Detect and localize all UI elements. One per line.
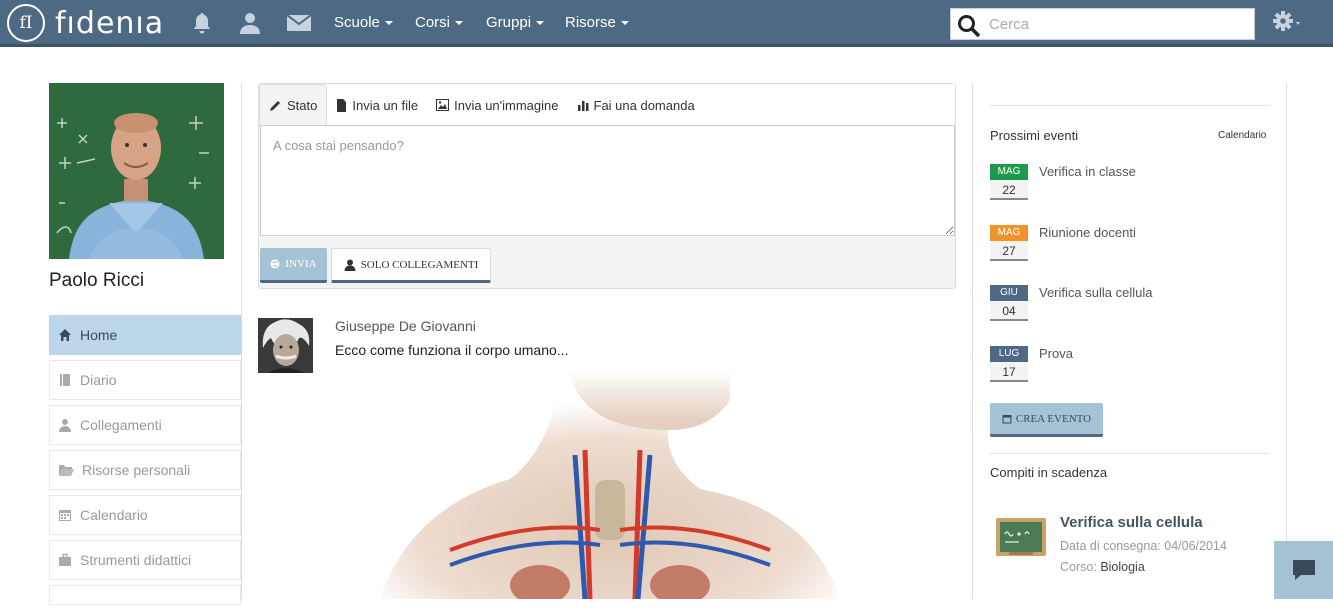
sidebar-item-strumenti-didattici[interactable]: Strumenti didattici [49, 540, 241, 580]
top-navbar: fI fıdenıa Scuole Corsi Gruppi Risorse [0, 0, 1333, 47]
sidebar-item-diario[interactable]: Diario [49, 360, 241, 400]
section-divider [990, 453, 1270, 454]
bell-icon[interactable] [190, 11, 216, 35]
logo-mark: fI [7, 4, 45, 42]
post-composer: Stato Invia un file Invia un'immagine Fa… [258, 83, 956, 289]
menu-corsi[interactable]: Corsi [415, 14, 464, 31]
send-button[interactable]: INVIA [260, 248, 327, 283]
sidebar-item-label: Collegamenti [80, 417, 162, 433]
event-item[interactable]: LUG 17 Prova [990, 346, 1260, 390]
settings-menu[interactable] [1272, 10, 1304, 37]
sidebar-item-calendario[interactable]: Calendario [49, 495, 241, 535]
column-divider [241, 83, 242, 599]
event-day: 27 [990, 241, 1028, 261]
event-month: LUG [990, 346, 1028, 362]
search-box[interactable] [950, 8, 1255, 40]
column-divider [972, 83, 973, 599]
menu-scuole[interactable]: Scuole [334, 14, 393, 31]
chat-bubble-icon [1292, 560, 1315, 580]
menu-risorse[interactable]: Risorse [565, 14, 629, 31]
post-author-avatar[interactable] [258, 318, 313, 373]
menu-gruppi[interactable]: Gruppi [486, 14, 545, 31]
bar-chart-icon [577, 101, 588, 111]
caret-down-icon [455, 21, 464, 26]
logo[interactable]: fI fıdenıa [7, 4, 164, 42]
logo-text: fıdenıa [55, 5, 165, 41]
caret-down-icon [384, 21, 393, 26]
user-icon [59, 419, 71, 432]
folder-open-icon [59, 465, 74, 476]
profile-name[interactable]: Paolo Ricci [49, 270, 144, 292]
sidebar-nav: Home Diario Collegamenti Risorse persona… [49, 315, 241, 610]
profile-photo[interactable] [49, 83, 224, 259]
book-icon [60, 374, 70, 386]
event-item[interactable]: MAG 27 Riunione docenti [990, 225, 1260, 269]
events-title: Prossimi eventi [990, 128, 1079, 143]
caret-down-icon [620, 21, 629, 26]
composer-tabs: Stato Invia un file Invia un'immagine Fa… [259, 84, 955, 126]
event-month: GIU [990, 285, 1028, 301]
search-icon [958, 15, 981, 38]
globe-icon [270, 259, 280, 269]
briefcase-icon [59, 553, 71, 566]
audience-button[interactable]: SOLO COLLEGAMENTI [331, 248, 491, 283]
caret-down-icon [536, 21, 545, 26]
event-item[interactable]: MAG 22 Verifica in classe [990, 164, 1260, 208]
event-month: MAG [990, 225, 1028, 241]
tasks-title: Compiti in scadenza [990, 465, 1108, 480]
post-text: Ecco come funziona il corpo umano... [335, 342, 569, 358]
sidebar-item-label: Home [80, 327, 118, 343]
home-icon [59, 329, 71, 341]
tab-stato[interactable]: Stato [259, 84, 328, 126]
post-author-name[interactable]: Giuseppe De Giovanni [335, 318, 476, 334]
column-divider [1286, 83, 1287, 543]
task-due-date: Data di consegna: 04/06/2014 [1060, 539, 1227, 553]
sidebar-item-more[interactable] [49, 585, 241, 605]
sidebar-item-label: Risorse personali [82, 462, 191, 478]
event-title[interactable]: Riunione docenti [1039, 225, 1136, 240]
pencil-icon [270, 101, 280, 111]
sidebar-item-label: Diario [80, 372, 117, 388]
search-input[interactable] [989, 13, 1249, 35]
event-title[interactable]: Verifica in classe [1039, 164, 1136, 179]
calendar-icon [1002, 414, 1012, 423]
event-day: 04 [990, 301, 1028, 321]
sidebar-item-risorse-personali[interactable]: Risorse personali [49, 450, 241, 490]
calendar-icon [59, 510, 71, 521]
event-day: 22 [990, 180, 1028, 200]
tab-fai-domanda[interactable]: Fai una domanda [568, 84, 704, 126]
create-event-button[interactable]: CREA EVENTO [990, 403, 1103, 437]
event-title[interactable]: Verifica sulla cellula [1039, 285, 1152, 300]
user-icon[interactable] [238, 11, 264, 35]
event-title[interactable]: Prova [1039, 346, 1073, 361]
sidebar-item-label: Strumenti didattici [80, 552, 192, 568]
event-item[interactable]: GIU 04 Verifica sulla cellula [990, 285, 1260, 329]
sidebar-item-collegamenti[interactable]: Collegamenti [49, 405, 241, 445]
calendar-link[interactable]: Calendario [1218, 130, 1266, 141]
envelope-icon[interactable] [286, 11, 312, 35]
section-divider [990, 105, 1270, 106]
event-month: MAG [990, 164, 1028, 180]
post-image-anatomy[interactable] [340, 370, 880, 599]
sidebar-item-label: Calendario [80, 507, 148, 523]
tab-invia-file[interactable]: Invia un file [327, 84, 427, 126]
gear-icon [1273, 11, 1300, 31]
task-course: Corso: Biologia [1060, 560, 1145, 574]
image-icon [436, 99, 450, 111]
status-textarea[interactable] [260, 125, 955, 236]
chalkboard-icon [995, 516, 1047, 560]
task-title[interactable]: Verifica sulla cellula [1060, 514, 1203, 531]
sidebar-item-home[interactable]: Home [49, 315, 241, 355]
tab-invia-immagine[interactable]: Invia un'immagine [427, 84, 567, 126]
event-day: 17 [990, 362, 1028, 382]
user-icon [344, 259, 356, 271]
file-icon [337, 98, 347, 112]
chat-button[interactable] [1274, 541, 1333, 599]
